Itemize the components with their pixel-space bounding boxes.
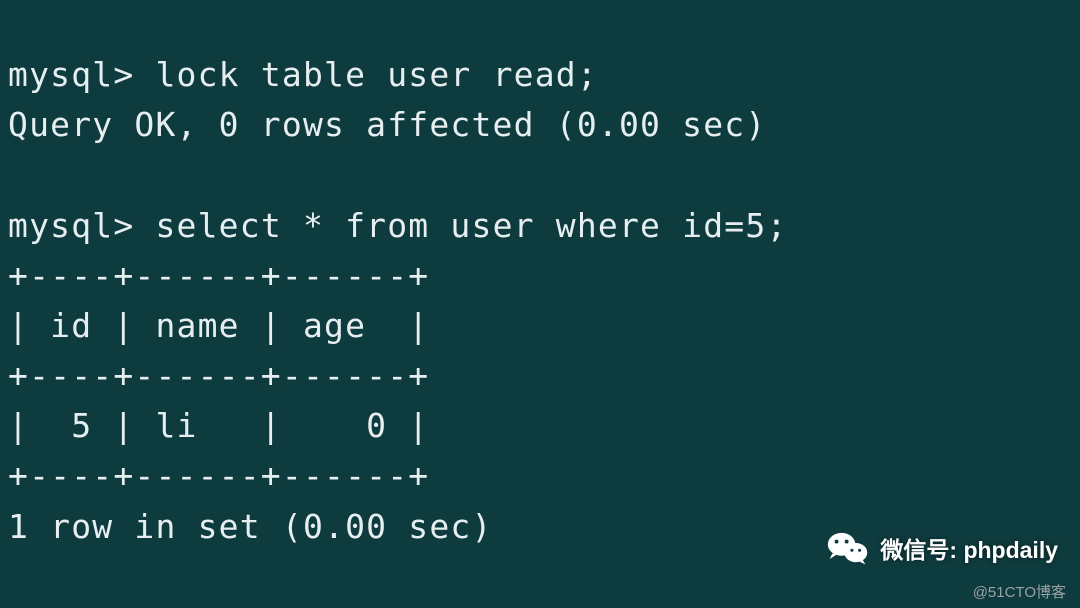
sql-command: lock table user read; xyxy=(155,55,597,94)
watermark-label: 微信号: phpdaily xyxy=(880,531,1058,565)
watermark-handle: phpdaily xyxy=(963,537,1058,563)
attribution-text: @51CTO博客 xyxy=(973,581,1066,602)
terminal-output: mysql> lock table user read; Query OK, 0… xyxy=(0,0,1080,552)
prompt: mysql> lock table user read; xyxy=(8,55,598,94)
sql-command: select * from user where id=5; xyxy=(155,206,787,245)
table-header: | id | name | age | xyxy=(8,306,429,345)
table-border: +----+------+------+ xyxy=(8,256,429,295)
prompt: mysql> select * from user where id=5; xyxy=(8,206,788,245)
wechat-icon xyxy=(826,526,870,570)
query-result: Query OK, 0 rows affected (0.00 sec) xyxy=(8,105,766,144)
query-result: 1 row in set (0.00 sec) xyxy=(8,507,493,546)
table-border: +----+------+------+ xyxy=(8,456,429,495)
watermark: 微信号: phpdaily xyxy=(826,526,1058,570)
table-border: +----+------+------+ xyxy=(8,356,429,395)
table-row: | 5 | li | 0 | xyxy=(8,406,429,445)
